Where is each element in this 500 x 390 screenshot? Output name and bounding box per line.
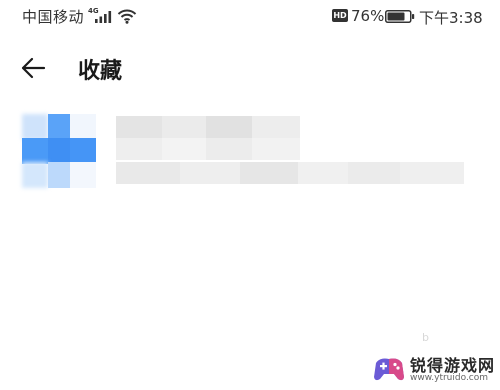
site-watermark: 锐得游戏网 www.ytruido.com xyxy=(372,352,496,388)
controller-logo-icon xyxy=(374,358,404,381)
arrow-left-icon xyxy=(21,57,46,79)
carrier-name: 中国移动 xyxy=(22,8,85,26)
favorite-thumbnail xyxy=(22,114,96,188)
wifi-icon xyxy=(117,9,137,24)
signal-icon xyxy=(95,11,112,23)
back-button[interactable] xyxy=(18,52,54,84)
favorites-screen: 中国移动 4G HD 76% 下午3:38 收藏 b 锐得游戏网 www.ytr… xyxy=(0,0,500,390)
page-title: 收藏 xyxy=(78,59,123,84)
watermark-small-text: b xyxy=(422,331,429,344)
favorite-item[interactable] xyxy=(20,112,470,190)
watermark-url: www.ytruido.com xyxy=(410,373,489,383)
battery-icon xyxy=(385,10,415,23)
app-header: 收藏 xyxy=(0,40,500,96)
clock: 下午3:38 xyxy=(419,9,483,27)
hd-badge: HD xyxy=(332,9,348,22)
status-bar: 中国移动 4G HD 76% 下午3:38 xyxy=(0,0,500,36)
battery-percent: 76% xyxy=(351,7,385,25)
